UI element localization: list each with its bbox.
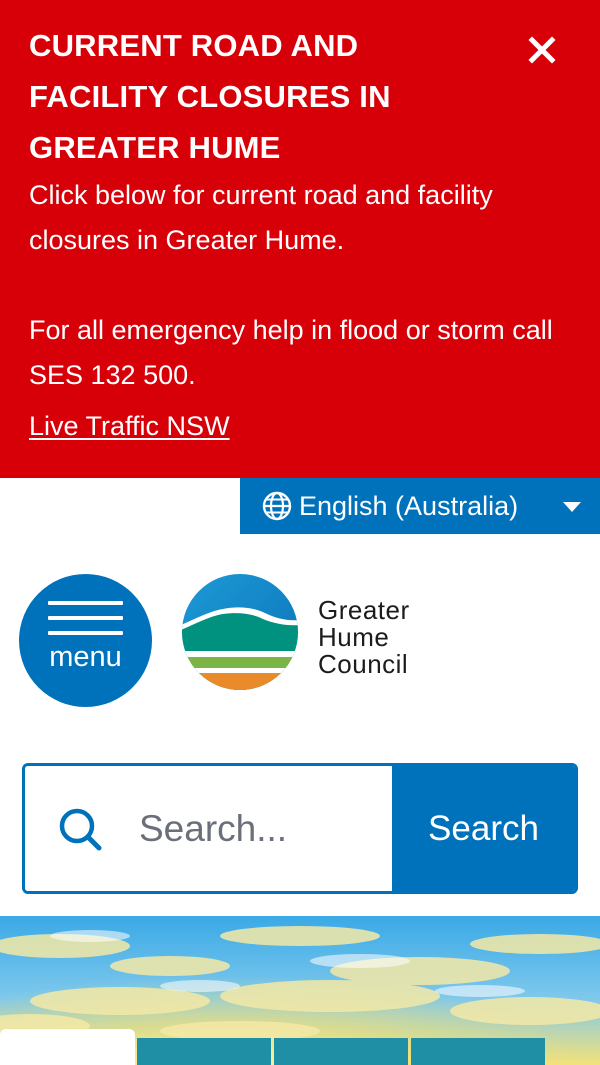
- logo-wordmark: Greater Hume Council: [318, 597, 410, 678]
- hero-tab-1[interactable]: [0, 1029, 135, 1065]
- caret-down-icon: [563, 502, 581, 512]
- logo-line-1: Greater: [318, 595, 410, 625]
- alert-title: CURRENT ROAD AND FACILITY CLOSURES IN GR…: [29, 28, 391, 165]
- search-form: Search: [22, 763, 578, 894]
- search-input[interactable]: [139, 796, 389, 862]
- close-alert-button[interactable]: [526, 34, 558, 66]
- hero-tab-2[interactable]: [137, 1038, 271, 1065]
- alert-body-text: Click below for current road and facilit…: [29, 180, 493, 255]
- language-label: English (Australia): [299, 491, 519, 521]
- hero-tab-3[interactable]: [274, 1038, 408, 1065]
- menu-label: menu: [49, 641, 122, 673]
- logo-line-3: Council: [318, 649, 409, 679]
- close-icon: [528, 36, 556, 64]
- hero-image: [0, 916, 600, 1065]
- language-selector[interactable]: English (Australia): [240, 478, 600, 534]
- search-field: [25, 766, 392, 891]
- alert-body: Click below for current road and facilit…: [29, 173, 574, 398]
- menu-button[interactable]: menu: [19, 574, 152, 707]
- logo-mark-icon: [182, 574, 298, 690]
- live-traffic-link[interactable]: Live Traffic NSW: [29, 406, 230, 446]
- globe-icon: [262, 491, 292, 521]
- hero-tab-4[interactable]: [411, 1038, 545, 1065]
- logo-line-2: Hume: [318, 622, 390, 652]
- alert-banner: CURRENT ROAD AND FACILITY CLOSURES IN GR…: [0, 0, 600, 478]
- hero-tabs: [0, 1029, 600, 1065]
- search-button[interactable]: Search: [392, 766, 575, 891]
- search-icon: [59, 808, 102, 851]
- alert-emergency-text: For all emergency help in flood or storm…: [29, 315, 553, 390]
- hamburger-icon: [48, 601, 123, 605]
- council-logo[interactable]: Greater Hume Council: [181, 573, 441, 693]
